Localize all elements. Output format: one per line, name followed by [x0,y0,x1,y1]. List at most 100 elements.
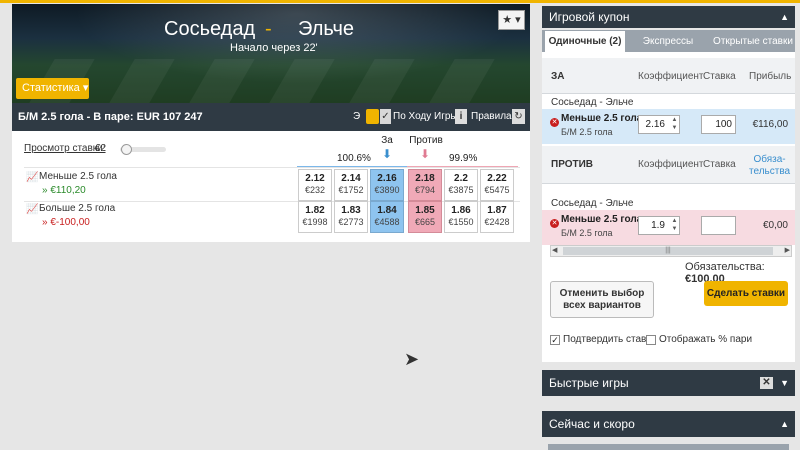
runner-pl: » €110,20 [42,185,86,196]
tab-open-bets[interactable]: Открытые ставки [711,31,795,52]
runner-name: Больше 2.5 гола [39,203,116,214]
collapse-icon[interactable]: ▲ [780,6,789,28]
back-stake-input[interactable]: 100 [701,115,736,134]
favorite-button[interactable]: ★ ▾ [498,10,525,30]
profit-col-label: Прибыль [749,71,792,82]
stake-col-label: Ставка [703,71,736,82]
flash-icon[interactable] [366,109,379,124]
inplay-label: По Ходу Игры [393,111,458,122]
quick-games-title: Быстрые игры [549,376,629,390]
tab-accumulators[interactable]: Экспрессы [628,31,708,52]
coupon-title: Игровой купон [549,10,630,24]
view-stakes-link[interactable]: Просмотр ставки: [24,143,106,154]
bet-market: Б/М 2.5 гола [561,127,613,137]
odds-cell[interactable]: 2.22 €5475 [480,169,514,201]
odds-cell-best-lay[interactable]: 2.18 €794 [408,169,442,201]
refresh-icon[interactable]: ↻ [512,109,525,124]
lay-stake-input[interactable] [701,216,736,235]
e-toggle[interactable]: Э [353,111,360,122]
odds-cell[interactable]: 1.87 €2428 [480,201,514,233]
rules-link[interactable]: Правила [471,111,512,122]
lay-overround: 99.9% [449,153,478,164]
remove-icon[interactable]: ✕ [550,219,559,228]
liability-col-label[interactable]: Обяза- тельства [749,154,790,178]
back-overround: 100.6% [337,153,371,164]
bet-selection: Меньше 2.5 гола [561,214,643,225]
home-team: Сосьедад [164,18,256,40]
bet-selection: Меньше 2.5 гола [561,113,643,124]
chart-icon[interactable]: 📈 [26,172,38,183]
market-header-bar: Б/М 2.5 гола - В паре: EUR 107 247 Э ✓ П… [12,103,530,131]
confirm-bets-label: Подтвердить ставки [563,334,657,345]
chart-icon[interactable]: 📈 [26,204,38,215]
odds-cell[interactable]: 1.83 €2773 [334,201,368,233]
lay-liability: €0,00 [762,220,788,231]
bet-coupon: Одиночные (2) Экспрессы Открытые ставки … [542,30,795,362]
lay-columns-header: ПРОТИВ Коэффициент Ставка Обяза- тельств… [542,146,795,184]
tab-singles[interactable]: Одиночные (2) [545,31,625,52]
back-arrow-icon: ⬇ [382,147,393,161]
coupon-header[interactable]: Игровой купон ▲ [542,6,795,28]
stake-col-label: Ставка [703,159,736,170]
runner-name: Меньше 2.5 гола [39,171,117,182]
place-bets-button[interactable]: Сделать ставки [704,281,788,306]
chevron-down-icon[interactable]: ▼ [780,370,789,396]
mouse-cursor-icon: ➤ [404,349,420,369]
back-bet-slip: ✕ Меньше 2.5 гола Б/М 2.5 гола 2.16 ▲ ▼ 1… [542,109,795,144]
back-columns-header: ЗА Коэффициент Ставка Прибыль [542,58,795,94]
now-soon-header[interactable]: Сейчас и скоро ▲ [542,411,795,437]
team-separator: - [265,18,272,40]
lay-arrow-icon: ⬇ [420,147,431,161]
top-accent-line [0,0,800,3]
odds-cell[interactable]: 1.82 €1998 [298,201,332,233]
row-divider [24,167,520,168]
view-stakes-amount: €2 [95,143,107,154]
odds-cell-best-lay[interactable]: 1.85 €665 [408,201,442,233]
lay-event-name: Сосьедад - Эльче [551,198,634,209]
event-banner: Сосьедад - Эльче Начало через 22' ★ ▾ Ст… [12,4,530,103]
market-title: Б/М 2.5 гола - В паре: EUR 107 247 [18,111,203,123]
odds-col-label: Коэффициент [638,159,704,170]
statistics-button[interactable]: Статистика ▾ [16,78,89,99]
lay-bet-slip: ✕ Меньше 2.5 гола Б/М 2.5 гола 1.9 ▲ ▼ €0… [542,210,795,245]
scroll-right-icon[interactable]: ▶ [785,246,790,256]
odds-col-label: Коэффициент [638,71,704,82]
confirm-bets-checkbox[interactable]: ✓ [550,335,560,345]
quick-games-header[interactable]: Быстрые игры ✕ ▼ [542,370,795,396]
star-icon: ★ ▾ [502,14,521,26]
inplay-checkbox[interactable]: ✓ [380,109,391,124]
start-time-info: Начало через 22' [230,42,318,54]
odds-cell[interactable]: 2.14 €1752 [334,169,368,201]
bet-market: Б/М 2.5 гола [561,228,613,238]
scroll-thumb[interactable]: ||| [563,247,773,255]
runner-row-under: 📈 Меньше 2.5 гола » €110,20 2.12 €232 2.1… [12,169,530,203]
coupon-tabs: Одиночные (2) Экспрессы Открытые ставки [542,30,795,52]
odds-cell[interactable]: 2.12 €232 [298,169,332,201]
odds-cell-best-back[interactable]: 1.84 €4588 [370,201,404,233]
lay-header: Против [409,135,443,146]
away-team: Эльче [298,18,355,40]
back-header: За [381,135,393,146]
odds-spinner[interactable]: ▲ ▼ [670,116,679,133]
market-panel: Сосьедад - Эльче Начало через 22' ★ ▾ Ст… [12,4,530,242]
remove-icon[interactable]: ✕ [550,118,559,127]
back-side-label: ЗА [551,71,565,82]
now-soon-title: Сейчас и скоро [549,417,635,431]
odds-cell[interactable]: 2.2 €3875 [444,169,478,201]
collapse-icon[interactable]: ▲ [780,411,789,437]
cancel-all-button[interactable]: Отменить выбор всех вариантов [550,281,654,318]
lay-side-label: ПРОТИВ [551,159,594,170]
close-icon[interactable]: ✕ [760,377,773,389]
coupon-scrollbar[interactable]: ◀ ||| ▶ [550,245,792,257]
back-profit: €116,00 [752,119,788,130]
odds-cell-best-back[interactable]: 2.16 €3890 [370,169,404,201]
slider-handle[interactable] [121,144,132,155]
info-icon[interactable]: i [455,109,467,124]
odds-spinner[interactable]: ▲ ▼ [670,217,679,234]
show-pct-checkbox[interactable] [646,335,656,345]
runner-row-over: 📈 Больше 2.5 гола » €-100,00 1.82 €1998 1… [12,201,530,235]
show-pct-label: Отображать % пари [659,334,753,345]
back-event-name: Сосьедад - Эльче [551,97,634,108]
scroll-left-icon[interactable]: ◀ [552,246,557,256]
odds-cell[interactable]: 1.86 €1550 [444,201,478,233]
